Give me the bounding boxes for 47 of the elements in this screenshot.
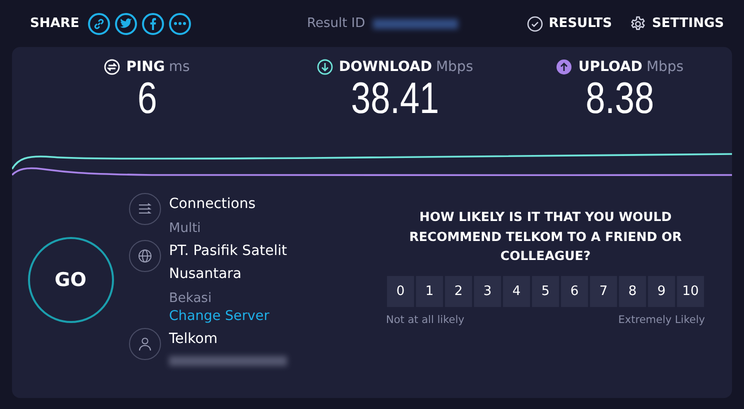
share-button[interactable]: [88, 12, 110, 34]
result-id-label: Result ID: [307, 16, 366, 31]
low-label: Not at all likely: [386, 314, 464, 326]
go-button[interactable]: GO: [28, 236, 114, 322]
info-title: PT. Pasifik Satelit Nusantara: [169, 242, 288, 284]
rating-option[interactable]: 5: [532, 276, 559, 306]
arrows-icon: [138, 203, 152, 215]
rating-option[interactable]: 3: [474, 276, 501, 306]
rating-option[interactable]: 7: [590, 276, 617, 306]
info-subtitle: Multi: [169, 221, 202, 236]
f-icon: [150, 18, 156, 30]
ellipsis-icon: [174, 22, 186, 25]
survey-question: HOW LIKELY IS IT THAT YOU WOULD RECOMMEND TELKOM TO A FRIEND OR COLLEAGUE?: [408, 208, 683, 265]
check-circle-icon: [526, 16, 543, 32]
info-title: Connections: [169, 195, 256, 214]
settings-icon: [630, 16, 646, 32]
metric-value: 38.41: [350, 75, 440, 123]
share-label: SHARE: [30, 16, 80, 31]
rating-option[interactable]: 4: [503, 276, 530, 306]
metric-label: DOWNLOAD: [338, 59, 432, 75]
share-button[interactable]: [115, 12, 138, 34]
link-icon: [93, 18, 106, 30]
globe-icon: [138, 249, 152, 263]
rating-option[interactable]: 6: [561, 276, 588, 306]
metric-unit: ms: [168, 59, 190, 75]
metric-value: 8.38: [586, 75, 654, 123]
rating-option[interactable]: 9: [648, 276, 675, 306]
metric-label: PING: [126, 59, 165, 75]
metric-unit: Mbps: [646, 59, 684, 75]
rating-option[interactable]: 8: [619, 276, 646, 306]
metric-value: 6: [137, 75, 157, 123]
bird-icon: [120, 18, 132, 29]
rating-option[interactable]: 0: [387, 276, 414, 306]
person-icon: [138, 337, 152, 351]
metric-unit: Mbps: [436, 59, 474, 75]
change-server-link[interactable]: Change Server: [169, 308, 319, 324]
share-button[interactable]: [169, 12, 192, 34]
info-subtitle: Bekasi: [169, 291, 213, 306]
nav-button[interactable]: RESULTS: [526, 16, 612, 32]
share-button[interactable]: [142, 12, 164, 34]
info-title: Telkom: [169, 330, 218, 349]
rating-option[interactable]: 2: [445, 276, 472, 306]
nav-button[interactable]: SETTINGS: [630, 16, 724, 32]
high-label: Extremely Likely: [618, 314, 705, 326]
rating-option[interactable]: 1: [416, 276, 443, 306]
metric-label: UPLOAD: [578, 59, 642, 75]
rating-option[interactable]: 10: [677, 276, 704, 306]
